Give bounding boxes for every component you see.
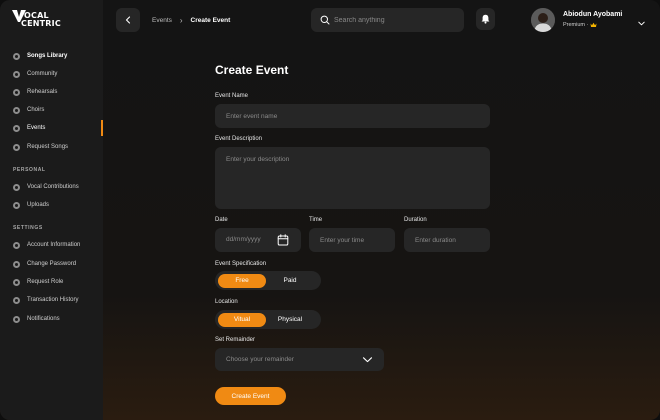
choir-icon <box>13 106 20 114</box>
chevron-left-icon <box>125 16 131 24</box>
app-window: OCAL CENTRIC Songs Library Community Reh… <box>0 0 660 420</box>
page-title: Create Event <box>215 63 289 77</box>
sidebar-item-account-information[interactable]: Account Information <box>0 237 103 253</box>
logo-text: OCAL CENTRIC <box>21 12 61 28</box>
events-icon <box>13 124 20 132</box>
sidebar-item-label: Events <box>27 125 46 131</box>
back-button[interactable] <box>116 8 140 32</box>
user-photo-icon <box>531 8 555 32</box>
reminder-placeholder: Choose your remainder <box>226 356 294 363</box>
chevron-down-icon <box>362 357 373 363</box>
chevron-right-icon: › <box>179 16 183 25</box>
upload-icon <box>13 201 20 209</box>
sidebar-item-request-songs[interactable]: Request Songs <box>0 139 103 155</box>
location-virtual-option[interactable]: Vitual <box>218 312 266 327</box>
community-icon <box>13 70 20 78</box>
sidebar-item-label: Choirs <box>27 107 45 113</box>
specification-free-option[interactable]: Free <box>218 273 266 288</box>
sidebar-item-community[interactable]: Community <box>0 66 103 82</box>
sidebar-item-label: Vocal Contributions <box>27 184 79 190</box>
sidebar-item-label: Rehearsals <box>27 89 58 95</box>
reminder-label: Set Remainder <box>215 337 256 343</box>
user-menu-chevron-down-icon[interactable] <box>637 15 646 26</box>
sidebar-item-label: Account Information <box>27 242 81 248</box>
sidebar-item-label: Notifications <box>27 316 60 322</box>
music-note-icon <box>13 52 20 60</box>
section-title-personal: PERSONAL <box>13 167 46 173</box>
duration-label: Duration <box>404 217 427 223</box>
sidebar-item-notifications[interactable]: Notifications <box>0 311 103 327</box>
sidebar-item-vocal-contributions[interactable]: Vocal Contributions <box>0 179 103 195</box>
location-physical-option[interactable]: Physical <box>266 313 314 327</box>
bell-icon <box>481 14 490 24</box>
sidebar-item-label: Transaction History <box>27 297 79 303</box>
user-plan: Premium · <box>563 22 597 28</box>
bell-icon <box>13 315 20 323</box>
sidebar-item-change-password[interactable]: Change Password <box>0 256 103 272</box>
sidebar-item-events[interactable]: Events <box>0 120 103 136</box>
time-label: Time <box>309 217 323 223</box>
user-icon <box>13 241 20 249</box>
sidebar-item-request-role[interactable]: Request Role <box>0 274 103 290</box>
create-event-button[interactable]: Create Event <box>215 387 286 405</box>
event-description-textarea[interactable] <box>215 147 490 209</box>
location-label: Location <box>215 299 238 305</box>
notification-bell-button[interactable] <box>476 8 495 30</box>
sidebar-item-label: Songs Library <box>27 53 68 59</box>
search-icon <box>319 14 331 26</box>
sidebar-item-transaction-history[interactable]: Transaction History <box>0 292 103 308</box>
logo-v-icon <box>12 9 26 23</box>
lock-icon <box>13 260 20 268</box>
section-title-settings: SETTINGS <box>13 225 43 231</box>
reminder-select[interactable]: Choose your remainder <box>215 348 384 371</box>
avatar[interactable] <box>531 8 555 32</box>
sidebar-item-label: Request Songs <box>27 144 69 150</box>
breadcrumb: Events › Create Event <box>152 16 230 25</box>
crown-icon <box>590 22 597 27</box>
sidebar-item-choirs[interactable]: Choirs <box>0 102 103 118</box>
event-specification-label: Event Specification <box>215 261 267 267</box>
request-icon <box>13 143 20 151</box>
breadcrumb-current: Create Event <box>190 17 231 24</box>
calendar-icon[interactable] <box>277 234 289 246</box>
sidebar: OCAL CENTRIC Songs Library Community Reh… <box>0 0 103 420</box>
sidebar-item-label: Change Password <box>27 261 77 267</box>
date-placeholder: dd/mm/yyyy <box>226 236 261 243</box>
sidebar-item-label: Request Role <box>27 279 64 285</box>
role-icon <box>13 278 20 286</box>
sidebar-item-label: Community <box>27 71 58 77</box>
user-plan-label: Premium · <box>563 22 589 28</box>
microphone-icon <box>13 183 20 191</box>
date-label: Date <box>215 217 228 223</box>
event-name-input[interactable] <box>215 104 490 128</box>
duration-input[interactable] <box>404 228 490 252</box>
logo[interactable]: OCAL CENTRIC <box>12 9 61 28</box>
history-icon <box>13 296 20 304</box>
user-name: Abiodun Ayobami <box>563 11 623 18</box>
sidebar-item-label: Uploads <box>27 202 50 208</box>
search-bar[interactable] <box>311 8 464 32</box>
date-field[interactable]: dd/mm/yyyy <box>215 228 301 252</box>
event-specification-toggle: Free Paid <box>215 271 321 290</box>
search-input[interactable] <box>334 16 454 24</box>
location-toggle: Vitual Physical <box>215 310 321 329</box>
specification-paid-option[interactable]: Paid <box>266 274 314 288</box>
event-description-label: Event Description <box>215 136 263 142</box>
time-input[interactable] <box>309 228 395 252</box>
breadcrumb-events-link[interactable]: Events <box>152 17 172 24</box>
sidebar-item-rehearsals[interactable]: Rehearsals <box>0 84 103 100</box>
rehearsal-icon <box>13 88 20 96</box>
event-name-label: Event Name <box>215 93 249 99</box>
sidebar-item-uploads[interactable]: Uploads <box>0 197 103 213</box>
logo-text-line2: CENTRIC <box>21 19 61 28</box>
sidebar-item-songs-library[interactable]: Songs Library <box>0 48 103 64</box>
